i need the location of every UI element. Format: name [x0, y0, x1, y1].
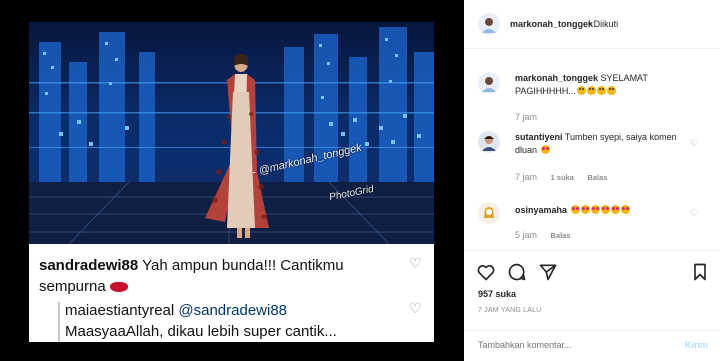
lips-emoji-icon — [109, 282, 128, 292]
heart-outline-icon: ♡ — [409, 255, 422, 271]
comment-meta: 5 jam Balas — [515, 230, 582, 240]
post-timestamp[interactable]: 7 JAM YANG LALU — [478, 307, 541, 314]
stage-illustration — [29, 27, 434, 244]
caption-time[interactable]: 7 jam — [515, 112, 537, 122]
flushed-face-icon — [596, 86, 606, 95]
flushed-face-icon — [606, 86, 616, 95]
add-comment-bar: Kirim — [464, 330, 720, 361]
reply-button[interactable]: Balas — [587, 173, 607, 182]
instagram-post-viewer: - @markonah_tonggek PhotoGrid sandradewi… — [0, 0, 720, 361]
avatar[interactable] — [478, 202, 500, 224]
heart-eyes-icon — [610, 205, 620, 214]
bookmark-icon[interactable] — [690, 262, 710, 282]
like-heart-icon[interactable] — [476, 262, 496, 282]
flushed-face-icon — [576, 86, 586, 95]
caption-user[interactable]: markonah_tonggek — [515, 73, 598, 83]
like-comment-icon[interactable]: ♡ — [690, 138, 698, 149]
heart-eyes-icon — [540, 145, 550, 154]
heart-eyes-icon — [620, 205, 630, 214]
post-image[interactable]: - @markonah_tonggek PhotoGrid sandradewi… — [29, 22, 434, 342]
avatar[interactable] — [478, 131, 500, 153]
screenshot-reply-user: maiaestiantyreal — [65, 302, 175, 319]
like-comment-icon[interactable]: ♡ — [690, 208, 698, 219]
screenshot-reply-text: MaasyaaAllah, dikau lebih super cantik..… — [65, 323, 337, 340]
caption-meta: 7 jam — [515, 112, 548, 122]
comment-user[interactable]: sutantiyeni — [515, 132, 563, 142]
reply-divider — [58, 302, 60, 342]
reply-button[interactable]: Balas — [551, 231, 571, 240]
screenshot-reply: maiaestiantyreal @sandradewi88 MaasyaaAl… — [65, 300, 434, 342]
comment-likes[interactable]: 1 suka — [551, 173, 574, 182]
header-username[interactable]: markonah_tonggek — [510, 19, 593, 29]
post-sidebar: markonah_tonggek • Diikuti markonah_tong… — [464, 0, 720, 361]
heart-eyes-icon — [570, 205, 580, 214]
post-comment-button[interactable]: Kirim — [685, 340, 708, 350]
heart-eyes-icon — [590, 205, 600, 214]
heart-eyes-icon — [580, 205, 590, 214]
heart-eyes-icon — [600, 205, 610, 214]
comment-time[interactable]: 5 jam — [515, 230, 537, 240]
comment-time[interactable]: 7 jam — [515, 172, 537, 182]
avatar[interactable] — [478, 72, 500, 94]
screenshot-reply-mention: @sandradewi88 — [178, 302, 288, 319]
media-panel: - @markonah_tonggek PhotoGrid sandradewi… — [0, 0, 464, 361]
post-header: markonah_tonggek • Diikuti — [464, 0, 720, 49]
screenshot-comment-user: sandradewi88 — [39, 257, 139, 274]
comments-list: markonah_tonggek SYELAMAT PAGIHHHHH... 7… — [464, 50, 720, 250]
share-icon[interactable] — [538, 262, 558, 282]
flushed-face-icon — [586, 86, 596, 95]
caption-text: markonah_tonggek SYELAMAT PAGIHHHHH... — [515, 72, 685, 98]
comment-text: sutantiyeni Tumben syepi, saiya komen dl… — [515, 131, 685, 157]
likes-count[interactable]: 957 suka — [478, 289, 516, 299]
comment-text: osinyamaha — [515, 204, 685, 217]
comment-user[interactable]: osinyamaha — [515, 205, 567, 215]
avatar[interactable] — [478, 13, 500, 35]
screenshot-comment: sandradewi88 Yah ampun bunda!!! Cantikmu… — [39, 255, 399, 297]
stage-photo: - @markonah_tonggek PhotoGrid — [29, 22, 434, 244]
post-actions: 957 suka 7 JAM YANG LALU — [464, 250, 720, 330]
comment-bubble-icon[interactable] — [507, 262, 527, 282]
add-comment-input[interactable] — [478, 340, 658, 350]
follow-status[interactable]: • Diikuti — [588, 19, 618, 29]
comment-meta: 7 jam 1 suka Balas — [515, 172, 618, 182]
